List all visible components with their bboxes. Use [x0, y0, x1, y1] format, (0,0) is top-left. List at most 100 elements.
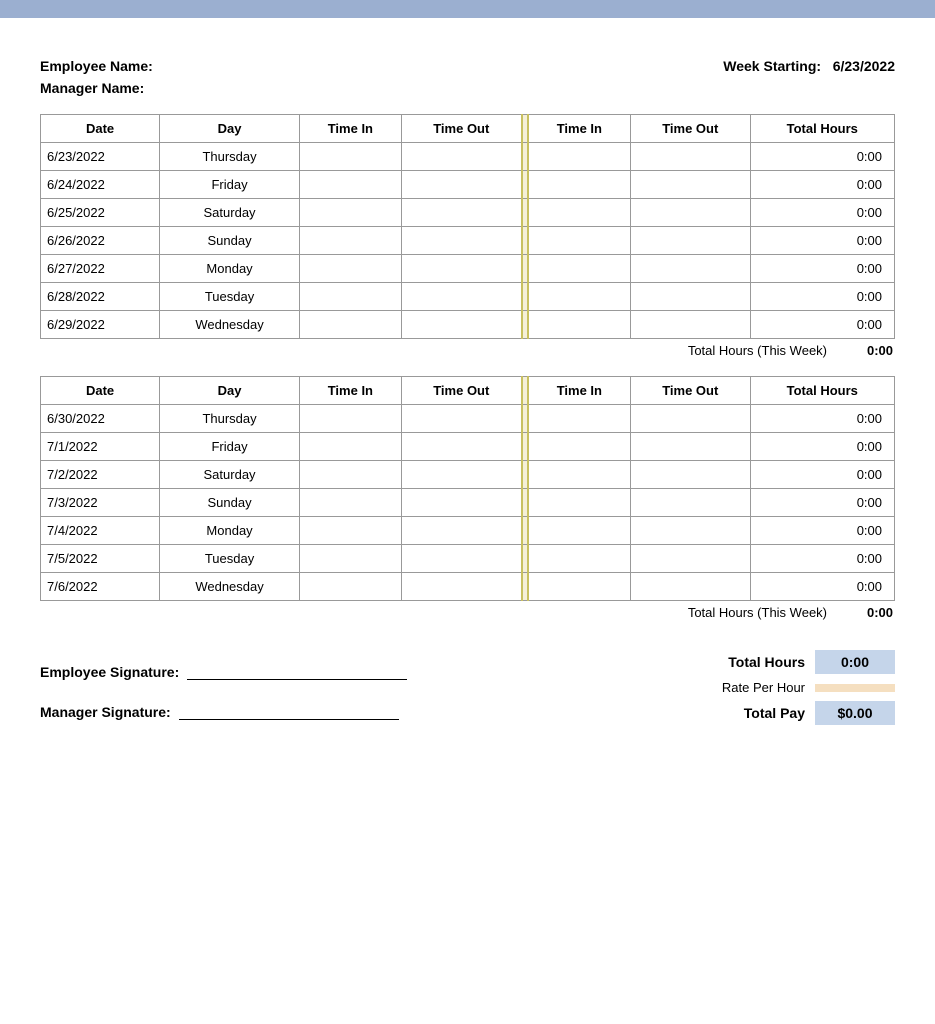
col-timeout2-1: Time Out — [630, 115, 750, 143]
time-cell[interactable] — [299, 199, 401, 227]
col-day-2: Day — [160, 377, 300, 405]
time-cell[interactable] — [630, 227, 750, 255]
time-cell[interactable] — [630, 199, 750, 227]
hours-cell: 0:00 — [750, 573, 894, 601]
col-timeout2-2: Time Out — [630, 377, 750, 405]
col-timein1-1: Time In — [299, 115, 401, 143]
table-row: 6/23/2022Thursday0:00 — [41, 143, 895, 171]
time-cell[interactable] — [401, 405, 521, 433]
time-cell[interactable] — [299, 143, 401, 171]
time-cell[interactable] — [528, 433, 631, 461]
time-cell[interactable] — [299, 433, 401, 461]
col-totalhours-2: Total Hours — [750, 377, 894, 405]
time-cell[interactable] — [630, 171, 750, 199]
summary-section: Employee Signature: Manager Signature: T… — [40, 650, 895, 725]
time-cell[interactable] — [528, 255, 631, 283]
time-cell[interactable] — [630, 517, 750, 545]
time-cell[interactable] — [299, 489, 401, 517]
time-cell[interactable] — [528, 227, 631, 255]
time-cell[interactable] — [299, 461, 401, 489]
time-cell[interactable] — [528, 171, 631, 199]
manager-name-row: Manager Name: — [40, 80, 895, 96]
time-cell[interactable] — [401, 489, 521, 517]
time-cell[interactable] — [401, 461, 521, 489]
col-timein2-2: Time In — [528, 377, 631, 405]
time-cell[interactable] — [401, 143, 521, 171]
time-cell[interactable] — [630, 255, 750, 283]
manager-signature-line[interactable] — [179, 700, 399, 720]
time-cell[interactable] — [299, 171, 401, 199]
hours-cell: 0:00 — [750, 143, 894, 171]
time-cell[interactable] — [528, 489, 631, 517]
time-cell[interactable] — [299, 283, 401, 311]
time-cell[interactable] — [630, 143, 750, 171]
time-cell[interactable] — [630, 433, 750, 461]
table1-total-label: Total Hours (This Week) — [688, 343, 827, 358]
time-cell[interactable] — [528, 143, 631, 171]
time-cell[interactable] — [630, 489, 750, 517]
time-cell[interactable] — [528, 517, 631, 545]
time-cell[interactable] — [401, 433, 521, 461]
total-hours-row: Total Hours 0:00 — [685, 650, 895, 674]
hours-cell: 0:00 — [750, 405, 894, 433]
employee-name-row: Employee Name: Week Starting: 6/23/2022 — [40, 58, 895, 74]
date-cell: 6/27/2022 — [41, 255, 160, 283]
time-cell[interactable] — [528, 461, 631, 489]
col-day-1: Day — [160, 115, 300, 143]
day-cell: Thursday — [160, 405, 300, 433]
time-cell[interactable] — [528, 545, 631, 573]
employee-signature-label: Employee Signature: — [40, 664, 179, 680]
time-cell[interactable] — [630, 405, 750, 433]
date-cell: 7/4/2022 — [41, 517, 160, 545]
time-cell[interactable] — [528, 405, 631, 433]
date-cell: 7/1/2022 — [41, 433, 160, 461]
table2-total-row: Total Hours (This Week) 0:00 — [40, 605, 895, 620]
time-cell[interactable] — [401, 573, 521, 601]
time-cell[interactable] — [401, 255, 521, 283]
time-cell[interactable] — [401, 227, 521, 255]
date-cell: 7/6/2022 — [41, 573, 160, 601]
time-cell[interactable] — [528, 573, 631, 601]
time-cell[interactable] — [401, 199, 521, 227]
table-row: 7/3/2022Sunday0:00 — [41, 489, 895, 517]
day-cell: Tuesday — [160, 283, 300, 311]
employee-signature-line[interactable] — [187, 660, 407, 680]
time-cell[interactable] — [401, 545, 521, 573]
time-cell[interactable] — [299, 405, 401, 433]
time-cell[interactable] — [630, 311, 750, 339]
time-cell[interactable] — [401, 517, 521, 545]
time-cell[interactable] — [528, 199, 631, 227]
day-cell: Sunday — [160, 489, 300, 517]
date-cell: 7/2/2022 — [41, 461, 160, 489]
time-cell[interactable] — [528, 311, 631, 339]
time-cell[interactable] — [401, 311, 521, 339]
time-cell[interactable] — [299, 227, 401, 255]
time-cell[interactable] — [299, 311, 401, 339]
total-pay-row: Total Pay $0.00 — [685, 701, 895, 725]
col-timeout1-1: Time Out — [401, 115, 521, 143]
time-cell[interactable] — [401, 171, 521, 199]
table1-header-row: Date Day Time In Time Out Time In Time O… — [41, 115, 895, 143]
time-cell[interactable] — [401, 283, 521, 311]
time-cell[interactable] — [630, 573, 750, 601]
date-cell: 6/28/2022 — [41, 283, 160, 311]
page: Employee Name: Week Starting: 6/23/2022 … — [0, 18, 935, 765]
time-cell[interactable] — [630, 461, 750, 489]
date-cell: 6/25/2022 — [41, 199, 160, 227]
manager-signature-row: Manager Signature: — [40, 700, 407, 720]
table-row: 7/1/2022Friday0:00 — [41, 433, 895, 461]
time-cell[interactable] — [630, 545, 750, 573]
time-cell[interactable] — [528, 283, 631, 311]
day-cell: Wednesday — [160, 573, 300, 601]
time-cell[interactable] — [299, 545, 401, 573]
manager-signature-label: Manager Signature: — [40, 704, 171, 720]
day-cell: Thursday — [160, 143, 300, 171]
hours-cell: 0:00 — [750, 199, 894, 227]
col-totalhours-1: Total Hours — [750, 115, 894, 143]
time-cell[interactable] — [630, 283, 750, 311]
time-cell[interactable] — [299, 255, 401, 283]
hours-cell: 0:00 — [750, 489, 894, 517]
time-cell[interactable] — [299, 517, 401, 545]
time-cell[interactable] — [299, 573, 401, 601]
rate-per-hour-value[interactable] — [815, 684, 895, 692]
